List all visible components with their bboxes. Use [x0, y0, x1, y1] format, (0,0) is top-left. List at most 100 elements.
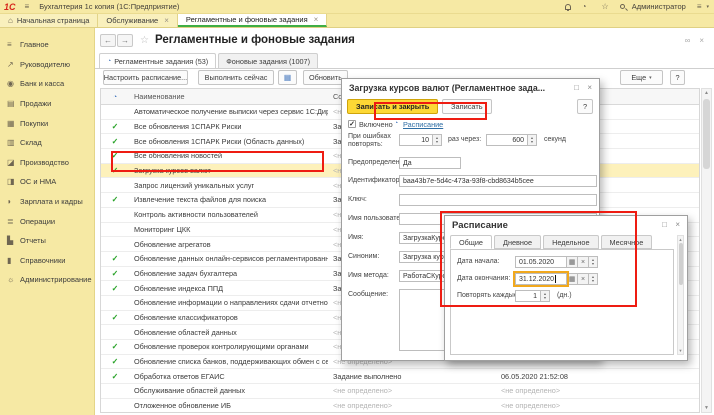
calendar-icon[interactable]: ▦: [567, 256, 578, 268]
message-label: Сообщение:: [348, 291, 388, 298]
clear-icon[interactable]: ×: [578, 273, 589, 285]
clear-icon[interactable]: ×: [578, 256, 589, 268]
scroll-up-icon[interactable]: ▲: [702, 90, 711, 96]
identifier-value[interactable]: baa43b7e-5d4c-473a-93f8-cbd8634b5cee: [399, 175, 597, 187]
current-user-button[interactable]: Администратор: [632, 2, 686, 11]
close-icon[interactable]: ×: [587, 83, 592, 92]
schedule-tab-2[interactable]: Недельное: [543, 235, 598, 249]
window-tab-service[interactable]: Обслуживание ×: [98, 14, 177, 27]
schedule-link[interactable]: Расписание: [403, 120, 443, 129]
table-row[interactable]: Отложенное обновление ИБ<не определено><…: [101, 399, 699, 413]
enabled-checkbox[interactable]: ✓: [348, 120, 356, 128]
window-tab-label: Обслуживание: [106, 16, 158, 25]
app-window: 1С ≡ Бухгалтерия 1с копия (1С:Предприяти…: [0, 0, 714, 415]
sidebar-item-manager[interactable]: ↗Руководителю: [0, 55, 94, 75]
tab-label: Фоновые задания (1007): [226, 57, 310, 66]
repeat-stepper[interactable]: ▲▼: [541, 290, 550, 302]
job-name: Обслуживание областей данных: [129, 386, 328, 395]
sidebar-item-administration[interactable]: ☼Администрирование: [0, 270, 94, 290]
dialog-help-button[interactable]: ?: [577, 99, 593, 114]
retry-label: При ошибках: [348, 133, 391, 140]
schedule-tab-3[interactable]: Месячное: [601, 235, 653, 249]
sidebar-item-purchases[interactable]: ▦Покупки: [0, 113, 94, 133]
table-row[interactable]: Обслуживание областей данных<не определе…: [101, 384, 699, 399]
sidebar-item-operations[interactable]: ≣Операции: [0, 211, 94, 231]
table-row[interactable]: ✓Обработка ответов ЕГАИСЗадание выполнен…: [101, 369, 699, 384]
close-icon[interactable]: ×: [675, 220, 680, 229]
list-settings-icon-button[interactable]: ▦: [278, 70, 297, 85]
key-input[interactable]: [399, 194, 597, 206]
run-now-button[interactable]: Выполнить сейчас: [198, 70, 274, 85]
close-form-icon[interactable]: ×: [699, 36, 704, 45]
repeat-input[interactable]: 1: [515, 290, 541, 302]
enabled-check-icon: ✓: [101, 137, 129, 146]
sidebar-item-label: Склад: [20, 138, 42, 147]
favorites-icon[interactable]: ☆: [602, 2, 609, 12]
menu-icon: ≡: [7, 40, 20, 49]
forward-button[interactable]: →: [117, 34, 133, 47]
retry-count-input[interactable]: 10: [399, 134, 433, 146]
end-date-input[interactable]: 31.12.2020: [515, 273, 567, 285]
scroll-down-icon[interactable]: ▼: [702, 405, 711, 411]
coin-icon: ◉: [7, 79, 20, 88]
text-caret: [555, 275, 556, 283]
enabled-check-icon: ✓: [101, 122, 129, 131]
save-button[interactable]: Записать: [442, 99, 492, 114]
sidebar-item-reports[interactable]: ▙Отчеты: [0, 231, 94, 251]
tab-background[interactable]: Фоновые задания (1007): [218, 53, 318, 68]
dialog-scrollbar[interactable]: ▲ ▼: [677, 235, 684, 355]
window-tab-label: Начальная страница: [17, 16, 90, 25]
sidebar-item-bank-cash[interactable]: ◉Банк и касса: [0, 74, 94, 94]
close-tab-icon[interactable]: ×: [164, 16, 169, 25]
maximize-icon[interactable]: □: [574, 83, 579, 92]
start-date-stepper[interactable]: ▲▼: [589, 256, 598, 268]
history-icon[interactable]: ◔: [582, 2, 587, 12]
scroll-thumb[interactable]: [679, 243, 684, 285]
help-button[interactable]: ?: [670, 70, 685, 85]
enabled-label: Включено: [359, 120, 393, 129]
briefcase-icon: ▤: [7, 99, 20, 108]
sidebar-item-production[interactable]: ◪Производство: [0, 153, 94, 173]
search-icon[interactable]: [620, 4, 625, 9]
main-menu-icon[interactable]: ≡: [25, 2, 30, 12]
retry-count-stepper[interactable]: ▲▼: [433, 134, 442, 146]
save-and-close-button[interactable]: Записать и закрыть: [347, 99, 438, 114]
close-tab-icon[interactable]: ×: [314, 15, 319, 24]
sidebar-item-fixed-assets[interactable]: ◨ОС и НМА: [0, 172, 94, 192]
sidebar-item-main[interactable]: ≡Главное: [0, 35, 94, 55]
enabled-check-icon: ✓: [101, 284, 129, 293]
job-name: Обновление информации о направлениях сда…: [129, 298, 328, 307]
end-date-stepper[interactable]: ▲▼: [589, 273, 598, 285]
sidebar-item-warehouse[interactable]: ▥Склад: [0, 133, 94, 153]
schedule-tab-0[interactable]: Общие: [450, 235, 492, 249]
key-label: Ключ:: [348, 196, 367, 203]
scroll-up-icon[interactable]: ▲: [678, 237, 683, 242]
sidebar-item-label: Производство: [20, 158, 69, 167]
window-tab-scheduled-jobs[interactable]: Регламентные и фоновые задания×: [178, 14, 327, 27]
column-name: Наименование: [129, 92, 328, 101]
tab-scheduled[interactable]: ◔Регламентные задания (53): [99, 53, 216, 68]
window-tab-home[interactable]: ⌂Начальная страница: [0, 14, 98, 27]
service-menu-icon[interactable]: ≡▾: [693, 2, 709, 12]
start-date-input[interactable]: 01.05.2020: [515, 256, 567, 268]
sidebar-item-salary-hr[interactable]: ◗Зарплата и кадры: [0, 192, 94, 212]
scroll-down-icon[interactable]: ▼: [678, 348, 683, 353]
notifications-icon[interactable]: [565, 4, 571, 10]
scroll-thumb[interactable]: [703, 99, 710, 169]
calendar-icon[interactable]: ▦: [567, 273, 578, 285]
retry-interval-stepper[interactable]: ▲▼: [528, 134, 537, 146]
enabled-check-icon: ✓: [101, 166, 129, 175]
more-button[interactable]: Еще▾: [620, 70, 663, 85]
sidebar-item-sales[interactable]: ▤Продажи: [0, 94, 94, 114]
vertical-scrollbar[interactable]: ▲ ▼: [701, 88, 712, 413]
enabled-check-icon: ✓: [101, 254, 129, 263]
maximize-icon[interactable]: □: [662, 220, 667, 229]
back-button[interactable]: ←: [100, 34, 116, 47]
schedule-tab-1[interactable]: Дневное: [494, 235, 541, 249]
retry-interval-input[interactable]: 600: [486, 134, 528, 146]
get-link-icon[interactable]: ∞: [685, 36, 691, 45]
favorite-star-icon[interactable]: ☆: [140, 35, 149, 46]
configure-schedule-button[interactable]: Настроить расписание...: [103, 70, 188, 85]
sidebar-item-directories[interactable]: ▮Справочники: [0, 251, 94, 271]
sidebar-item-label: Главное: [20, 40, 49, 49]
